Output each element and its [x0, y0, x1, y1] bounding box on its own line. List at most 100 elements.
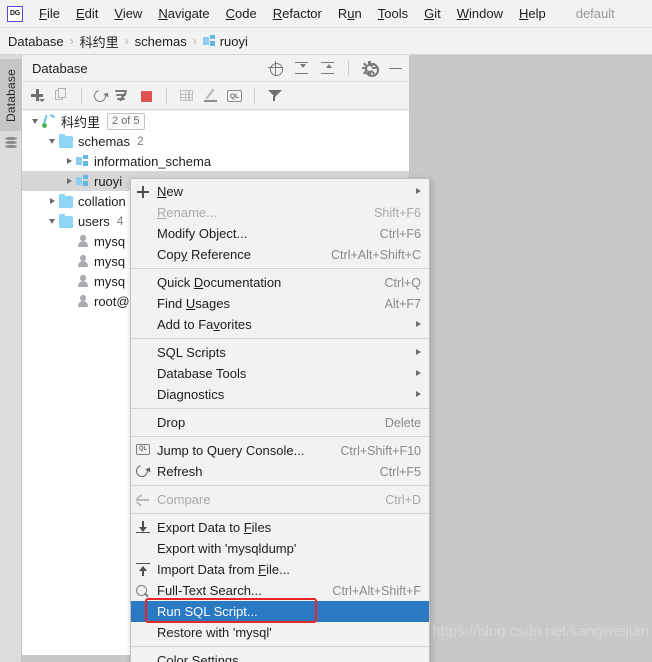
tree-node-schemas[interactable]: schemas 2	[22, 131, 409, 151]
breadcrumb-separator: ›	[124, 34, 129, 48]
breadcrumb-item-schemas[interactable]: schemas	[135, 34, 187, 49]
folder-icon	[59, 133, 73, 148]
menu-separator	[131, 408, 429, 409]
menu-item-label: Import Data from File...	[157, 562, 290, 577]
duplicate-icon[interactable]	[54, 88, 69, 103]
menu-item-restore-with-mysql[interactable]: Restore with 'mysql'	[131, 622, 429, 643]
menu-item-full-text-search[interactable]: Full-Text Search... Ctrl+Alt+Shift+F	[131, 580, 429, 601]
tree-toggle-right-icon[interactable]	[62, 178, 76, 184]
query-console-icon: QL	[131, 443, 157, 459]
breadcrumb-item-database[interactable]: Database	[8, 34, 64, 49]
menu-edit[interactable]: Edit	[68, 3, 106, 24]
menu-help[interactable]: Help	[511, 3, 554, 24]
collapse-all-icon[interactable]	[320, 61, 335, 76]
menu-item-run-sql-script[interactable]: Run SQL Script...	[131, 598, 429, 623]
menu-item-label: Restore with 'mysql'	[157, 625, 272, 640]
menu-item-export-data-to-files[interactable]: Export Data to Files	[131, 517, 429, 538]
locate-in-tree-icon[interactable]	[268, 60, 283, 76]
tree-node-label: ruoyi	[94, 173, 123, 189]
add-new-icon[interactable]	[30, 88, 45, 103]
refresh-icon[interactable]	[91, 87, 109, 105]
menu-item-database-tools[interactable]: Database Tools	[131, 363, 429, 384]
menu-item-add-to-favorites[interactable]: Add to Favorites	[131, 314, 429, 335]
menu-item-diagnostics[interactable]: Diagnostics	[131, 384, 429, 405]
toolbar-divider	[166, 87, 167, 104]
tree-node-[interactable]: 科约里 2 of 5	[22, 111, 409, 131]
query-console-icon[interactable]: QL	[227, 90, 242, 102]
tool-window-tab-database[interactable]: Database	[0, 59, 22, 131]
menu-item-jump-to-query-console[interactable]: QL Jump to Query Console... Ctrl+Shift+F10	[131, 440, 429, 461]
user-icon	[76, 275, 89, 288]
breadcrumb-item-ruoyi[interactable]: ruoyi	[220, 34, 248, 49]
tree-node-label: mysq	[94, 253, 126, 269]
tree-node-information-schema[interactable]: information_schema	[22, 151, 409, 171]
tree-toggle-right-icon[interactable]	[45, 198, 59, 204]
run-configuration-selector[interactable]: default	[576, 6, 615, 21]
menu-git[interactable]: Git	[416, 3, 449, 24]
menu-run[interactable]: Run	[330, 3, 370, 24]
menu-item-copy-reference[interactable]: Copy Reference Ctrl+Alt+Shift+C	[131, 244, 429, 265]
submenu-arrow-icon	[416, 321, 421, 327]
menu-item-label: Drop	[157, 415, 186, 430]
menu-item-label: Compare	[157, 492, 211, 507]
tool-window-tab-label: Database	[4, 68, 18, 122]
menu-icon-slot	[131, 604, 157, 620]
menu-item-color-settings[interactable]: Color Settings...	[131, 650, 429, 662]
menu-item-export-with-mysqldump[interactable]: Export with 'mysqldump'	[131, 538, 429, 559]
menu-item-shortcut: Shift+F6	[374, 205, 421, 220]
menu-item-label: Add to Favorites	[157, 317, 252, 332]
menu-item-compare[interactable]: Compare Ctrl+D	[131, 489, 429, 510]
context-menu[interactable]: New Rename... Shift+F6 Modify Object... Ctrl…	[130, 178, 430, 662]
tree-node-badge: 2 of 5	[107, 112, 145, 130]
breadcrumb: Database › 科约里 › schemas › ruoyi	[0, 28, 652, 55]
sync-edit-icon[interactable]	[115, 88, 130, 103]
menu-item-new[interactable]: New	[131, 181, 429, 202]
modify-icon[interactable]	[203, 88, 218, 103]
menu-item-refresh[interactable]: Refresh Ctrl+F5	[131, 461, 429, 482]
breadcrumb-item-connection[interactable]: 科约里	[80, 32, 119, 51]
menu-item-rename[interactable]: Rename... Shift+F6	[131, 202, 429, 223]
menu-icon-slot	[131, 387, 157, 403]
menu-item-quick-documentation[interactable]: Quick Documentation Ctrl+Q	[131, 272, 429, 293]
tree-toggle-down-icon[interactable]	[45, 139, 59, 144]
hide-panel-icon[interactable]	[388, 61, 403, 76]
menu-item-label: Export Data to Files	[157, 520, 272, 535]
toolbar-divider	[254, 87, 255, 104]
menu-window[interactable]: Window	[449, 3, 511, 24]
menu-item-label: Database Tools	[157, 366, 247, 381]
menu-item-label: Rename...	[157, 205, 217, 220]
tree-node-label: mysq	[94, 233, 126, 249]
menu-code[interactable]: Code	[218, 3, 265, 24]
toolbar-divider	[348, 61, 349, 75]
submenu-arrow-icon	[416, 391, 421, 397]
expand-all-icon[interactable]	[294, 61, 309, 76]
tree-toggle-down-icon[interactable]	[28, 119, 42, 124]
settings-gear-icon[interactable]	[362, 60, 379, 77]
menu-navigate[interactable]: Navigate	[150, 3, 217, 24]
table-view-icon[interactable]	[179, 88, 194, 103]
menu-icon-slot	[131, 205, 157, 221]
database-panel-header-actions	[268, 60, 403, 77]
schema-icon	[76, 155, 89, 167]
filter-icon[interactable]	[267, 88, 282, 103]
menu-file[interactable]: File	[31, 3, 68, 24]
menu-tools[interactable]: Tools	[370, 3, 416, 24]
menu-item-modify-object[interactable]: Modify Object... Ctrl+F6	[131, 223, 429, 244]
editor-hint-list: Manage Data S Recent Files Ctr Navigation …	[411, 225, 652, 512]
menu-refactor[interactable]: Refactor	[265, 3, 330, 24]
menu-item-label: SQL Scripts	[157, 345, 226, 360]
stop-icon[interactable]	[139, 88, 154, 103]
user-icon	[76, 255, 89, 268]
menu-item-find-usages[interactable]: Find Usages Alt+F7	[131, 293, 429, 314]
submenu-arrow-icon	[416, 370, 421, 376]
menu-view[interactable]: View	[106, 3, 150, 24]
database-icon[interactable]	[5, 137, 17, 150]
menu-item-sql-scripts[interactable]: SQL Scripts	[131, 342, 429, 363]
menu-item-drop[interactable]: Drop Delete	[131, 412, 429, 433]
menu-icon-slot	[131, 226, 157, 242]
menu-icon-slot	[131, 317, 157, 333]
tree-toggle-down-icon[interactable]	[45, 219, 59, 224]
tree-toggle-right-icon[interactable]	[62, 158, 76, 164]
menu-item-import-data-from-file[interactable]: Import Data from File...	[131, 559, 429, 580]
editor-hint: Manage Data S	[411, 225, 652, 242]
